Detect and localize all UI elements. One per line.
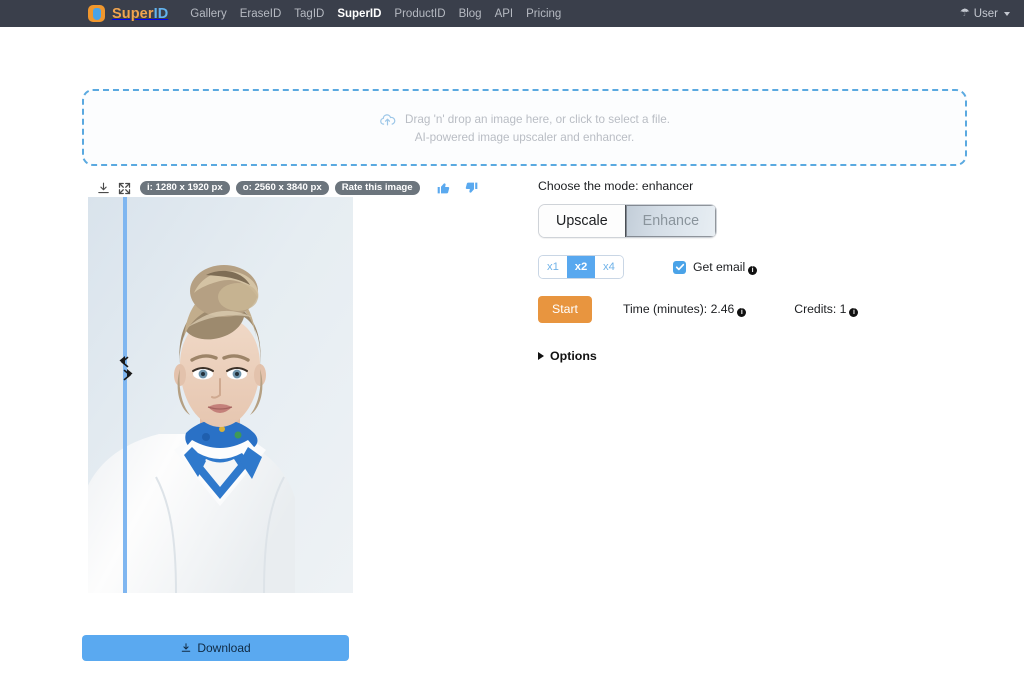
image-toolbar: i: 1280 x 1920 px o: 2560 x 3840 px Rate… <box>96 179 479 197</box>
credits-info-icon[interactable]: i <box>849 308 858 317</box>
superid-logo-icon <box>88 5 105 22</box>
start-row: Start Time (minutes): 2.46i Credits: 1i <box>538 296 958 322</box>
thumbs-down-icon[interactable] <box>463 180 479 196</box>
chevron-down-icon <box>1004 12 1010 16</box>
nav-item-productid[interactable]: ProductID <box>394 8 445 20</box>
mode-button-enhance[interactable]: Enhance <box>625 205 716 237</box>
scale-button-x4[interactable]: x4 <box>595 256 623 278</box>
download-icon <box>96 181 111 196</box>
fullscreen-expand-icon <box>117 181 132 196</box>
get-email-text: Get email <box>693 260 745 274</box>
brand-name-part1: Super <box>112 6 154 22</box>
time-info-icon[interactable]: i <box>737 308 746 317</box>
mode-toggle-group: Upscale Enhance <box>538 204 717 238</box>
input-size-badge: i: 1280 x 1920 px <box>140 181 230 196</box>
get-email-label: Get emaili <box>693 260 757 275</box>
brand-name: SuperID <box>112 6 168 22</box>
nav-item-gallery[interactable]: Gallery <box>190 8 226 20</box>
user-circle-icon: ☂ <box>960 8 970 19</box>
download-button-label: Download <box>197 641 250 655</box>
nav-item-blog[interactable]: Blog <box>459 8 482 20</box>
nav-item-eraseid[interactable]: EraseID <box>240 8 282 20</box>
download-button[interactable]: Download <box>82 635 349 661</box>
options-disclosure[interactable]: Options <box>538 349 958 363</box>
toolbar-fullscreen-button[interactable] <box>117 181 132 196</box>
dropzone-text-line2: AI-powered image upscaler and enhancer. <box>415 131 635 144</box>
main-nav: Gallery EraseID TagID SuperID ProductID … <box>190 8 561 20</box>
scale-button-x2[interactable]: x2 <box>567 256 595 278</box>
checkmark-icon <box>675 262 685 272</box>
brand-name-part2: ID <box>154 6 169 22</box>
scale-and-email-row: x1 x2 x4 Get emaili <box>538 255 958 279</box>
user-menu[interactable]: ☂ User <box>960 0 1010 27</box>
mode-label: Choose the mode: enhancer <box>538 179 958 193</box>
rate-this-image-button[interactable]: Rate this image <box>335 181 420 196</box>
preview-photo <box>88 197 353 593</box>
get-email-option: Get emaili <box>673 260 757 275</box>
get-email-info-icon[interactable]: i <box>748 266 757 275</box>
nav-item-superid[interactable]: SuperID <box>337 8 381 20</box>
rating-controls <box>436 180 479 196</box>
nav-item-tagid[interactable]: TagID <box>294 8 324 20</box>
controls-panel: Choose the mode: enhancer Upscale Enhanc… <box>538 179 958 363</box>
download-icon <box>180 642 192 654</box>
credits-cost-label: Credits: 1 <box>794 302 846 316</box>
file-dropzone[interactable]: Drag 'n' drop an image here, or click to… <box>82 89 967 166</box>
dropzone-text-line1: Drag 'n' drop an image here, or click to… <box>405 113 670 126</box>
nav-item-pricing[interactable]: Pricing <box>526 8 561 20</box>
dropzone-primary-line: Drag 'n' drop an image here, or click to… <box>379 111 670 128</box>
cloud-upload-icon <box>379 111 396 128</box>
page-content: Drag 'n' drop an image here, or click to… <box>0 27 1024 695</box>
options-label: Options <box>550 349 597 363</box>
top-navbar: SuperID Gallery EraseID TagID SuperID Pr… <box>0 0 1024 27</box>
output-size-badge: o: 2560 x 3840 px <box>236 181 329 196</box>
image-preview[interactable] <box>88 197 353 593</box>
nav-item-api[interactable]: API <box>495 8 514 20</box>
credits-cost: Credits: 1i <box>794 302 858 317</box>
scale-toggle-group: x1 x2 x4 <box>538 255 624 279</box>
time-estimate-label: Time (minutes): 2.46 <box>623 302 734 316</box>
before-after-slider-handle[interactable] <box>117 353 135 383</box>
get-email-checkbox[interactable] <box>673 261 686 274</box>
start-button[interactable]: Start <box>538 296 592 322</box>
thumbs-up-icon[interactable] <box>436 180 452 196</box>
user-menu-label: User <box>974 8 998 20</box>
brand-logo-link[interactable]: SuperID <box>88 5 168 22</box>
mode-button-upscale[interactable]: Upscale <box>539 205 625 237</box>
chevron-right-icon <box>538 352 544 360</box>
before-after-slider-line[interactable] <box>123 197 127 593</box>
scale-button-x1[interactable]: x1 <box>539 256 567 278</box>
toolbar-download-button[interactable] <box>96 181 111 196</box>
time-estimate: Time (minutes): 2.46i <box>623 302 746 317</box>
